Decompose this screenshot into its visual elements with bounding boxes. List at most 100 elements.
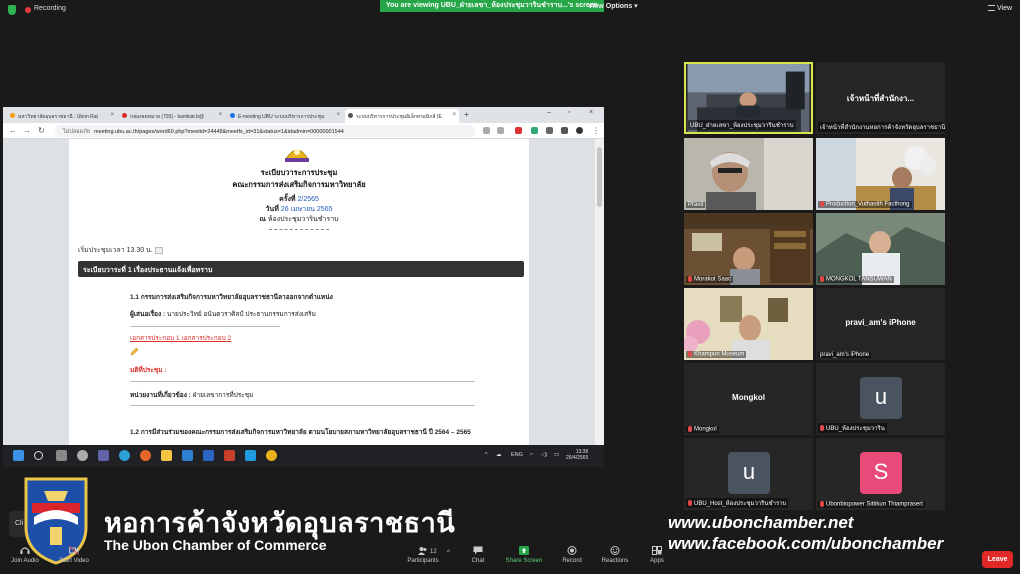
participant-name: เจ้าหน้าที่สำนักงานหอการค้าจังหวัดอุบลรา… bbox=[818, 122, 945, 132]
app-icon[interactable] bbox=[245, 450, 256, 461]
view-options-label: View Options bbox=[588, 3, 633, 10]
close-tab-icon[interactable]: × bbox=[336, 112, 340, 118]
edit-pencil-icon[interactable] bbox=[130, 347, 139, 356]
time-dropdown[interactable] bbox=[154, 246, 163, 254]
new-tab-icon[interactable]: + bbox=[464, 110, 469, 119]
chat-button[interactable]: Chat bbox=[466, 546, 490, 564]
chevron-up-icon[interactable]: ^ bbox=[447, 550, 450, 556]
attachment-links[interactable]: เอกสารประกอบ 1 เอกสารประกอบ 2 bbox=[130, 333, 231, 343]
chrome-icon[interactable] bbox=[266, 450, 277, 461]
participant-tile[interactable]: UBU_ฝ่ายเลขา_ห้องประชุมวารินชำราบ bbox=[684, 62, 813, 134]
maximize-icon[interactable]: ▫ bbox=[568, 109, 570, 116]
volume-icon[interactable]: ◁) bbox=[541, 452, 547, 458]
apps-label: Apps bbox=[650, 558, 664, 564]
file-explorer-icon[interactable] bbox=[161, 450, 172, 461]
extension-icon[interactable] bbox=[515, 127, 522, 134]
favicon-icon bbox=[230, 113, 235, 118]
participant-tile[interactable]: Production_Vuthasith Facthong bbox=[816, 138, 945, 210]
language-indicator[interactable]: ENG bbox=[511, 452, 523, 458]
share-icon[interactable] bbox=[483, 127, 490, 134]
close-window-icon[interactable]: × bbox=[589, 109, 593, 116]
taskbar-clock[interactable]: 13:38 26/4/2565 bbox=[566, 449, 588, 461]
favicon-icon bbox=[10, 113, 15, 118]
teams-icon[interactable] bbox=[98, 450, 109, 461]
tray-chevron-icon[interactable]: ^ bbox=[485, 452, 488, 458]
join-audio-button[interactable]: Join Audio bbox=[8, 546, 42, 564]
widgets-icon[interactable] bbox=[77, 450, 88, 461]
page-scrollbar[interactable] bbox=[595, 139, 604, 445]
insecure-label: ไม่ปลอดภัย bbox=[63, 129, 90, 135]
participant-tile[interactable]: Morakot Saac bbox=[684, 213, 813, 285]
agenda-section-header[interactable]: ระเบียบวาระที่ 1 เรื่องประธานแจ้งเพื่อทร… bbox=[78, 261, 524, 277]
sidebar-icon[interactable] bbox=[561, 127, 568, 134]
cloud-icon[interactable]: ☁ bbox=[496, 452, 502, 458]
mail-icon[interactable] bbox=[182, 450, 193, 461]
start-video-button[interactable]: Start Video bbox=[54, 546, 94, 564]
muted-mic-icon bbox=[688, 351, 692, 358]
view-button[interactable]: View bbox=[988, 5, 1012, 12]
participant-tile[interactable]: S Ubonbiopower Sittikun Thiamprasert bbox=[816, 438, 945, 510]
browser-tab-label: E-meeting UBU ระบบบริหารการประชุม bbox=[238, 114, 325, 120]
more-menu-icon[interactable]: ⋮ bbox=[592, 126, 600, 135]
back-icon[interactable]: ← bbox=[9, 126, 17, 135]
security-shield-icon[interactable] bbox=[8, 5, 16, 15]
firefox-icon[interactable] bbox=[140, 450, 151, 461]
close-tab-icon[interactable]: × bbox=[452, 112, 456, 118]
record-button[interactable]: Record bbox=[558, 546, 586, 564]
wifi-icon[interactable]: ⌔ bbox=[529, 452, 534, 459]
participant-name-text: Morakot Saac bbox=[694, 277, 732, 283]
browser-tab[interactable]: E-meeting UBU ระบบบริหารการประชุม × bbox=[227, 109, 343, 123]
browser-tab[interactable]: กล่องจดหมาย (793) - kamkiar.b@ × bbox=[119, 109, 225, 123]
share-screen-button[interactable]: Share Screen bbox=[503, 546, 545, 564]
record-icon bbox=[567, 546, 577, 555]
search-icon[interactable] bbox=[34, 451, 43, 460]
extension-icon[interactable] bbox=[531, 127, 538, 134]
participant-tile[interactable]: pravi_am's iPhone pravi_am's iPhone bbox=[816, 288, 945, 360]
participants-button[interactable]: Participants bbox=[402, 546, 444, 564]
reactions-button[interactable]: Reactions bbox=[598, 546, 632, 564]
leave-button[interactable]: Leave bbox=[982, 551, 1013, 568]
puzzle-icon[interactable] bbox=[546, 127, 553, 134]
windows-start-icon[interactable] bbox=[13, 450, 24, 461]
reload-icon[interactable]: ↻ bbox=[38, 126, 45, 135]
apps-button[interactable]: Apps bbox=[646, 546, 668, 564]
participant-tile[interactable]: MONGKOL TANSUWAN bbox=[816, 213, 945, 285]
battery-icon[interactable]: ▭ bbox=[554, 452, 559, 458]
scrollbar-thumb[interactable] bbox=[597, 147, 602, 207]
participants-count: 12 bbox=[430, 549, 437, 555]
browser-tab-label: กล่องจดหมาย (793) - kamkiar.b@ bbox=[130, 114, 205, 120]
participant-tile[interactable]: Mongkol Mongkol bbox=[684, 363, 813, 435]
responsible-label: หน่วยงานที่เกี่ยวข้อง : bbox=[130, 392, 191, 399]
close-tab-icon[interactable]: × bbox=[218, 112, 222, 118]
profile-avatar-icon[interactable] bbox=[576, 127, 583, 134]
video-feed bbox=[816, 213, 945, 285]
participant-display-name: เจ้าหน้าที่สำนักงา... bbox=[846, 94, 915, 103]
participant-tile[interactable]: u UBU_ห้องประชุมวาริน bbox=[816, 363, 945, 435]
proposer-label: ผู้เสนอเรื่อง : bbox=[130, 311, 166, 318]
participant-tile[interactable]: เจ้าหน้าที่สำนักงา... เจ้าหน้าที่สำนักงา… bbox=[816, 62, 945, 134]
zoom-icon[interactable] bbox=[203, 450, 214, 461]
agenda-item-1-1: 1.1 กรรมการส่งเสริมกิจการมหาวิทยาลัยอุบล… bbox=[130, 294, 333, 301]
powerpoint-icon[interactable] bbox=[224, 450, 235, 461]
gmail-icon bbox=[122, 113, 127, 118]
participant-tile[interactable]: u UBU_Host_ห้องประชุมวารินชำราบ bbox=[684, 438, 813, 510]
star-icon[interactable] bbox=[497, 127, 504, 134]
proposer-value: นายประวิทย์ อนันตวราศิลป์ ประธานกรรมการส… bbox=[166, 311, 316, 318]
task-view-icon[interactable] bbox=[56, 450, 67, 461]
participant-tile[interactable]: Khampun Museum bbox=[684, 288, 813, 360]
url-input[interactable]: ไม่ปลอดภัย meeting.ubu.ac.th/pages/word60… bbox=[55, 125, 475, 137]
place-prefix: ณ bbox=[259, 216, 266, 223]
view-options-menu[interactable]: View Options ▾ bbox=[588, 2, 638, 10]
participant-tile[interactable]: Pravit bbox=[684, 138, 813, 210]
close-tab-icon[interactable]: × bbox=[110, 112, 114, 118]
edge-icon[interactable] bbox=[119, 450, 130, 461]
browser-tab[interactable]: มหาวิทยาลัยอุบลราชธานี : Ubon Rat × bbox=[7, 109, 117, 123]
participant-display-name: Mongkol bbox=[732, 393, 765, 402]
recording-icon bbox=[25, 7, 31, 13]
join-audio-label: Join Audio bbox=[11, 558, 39, 564]
browser-tab-label: ระบบบริหารการประชุมอิเล็กทรอนิกส์ (E bbox=[356, 114, 442, 120]
minimize-icon[interactable]: – bbox=[547, 109, 551, 116]
browser-address-bar: ← → ↻ ไม่ปลอดภัย meeting.ubu.ac.th/pages/… bbox=[3, 123, 604, 139]
browser-tab-active[interactable]: ระบบบริหารการประชุมอิเล็กทรอนิกส์ (E × bbox=[345, 109, 459, 123]
forward-icon[interactable]: → bbox=[23, 126, 31, 135]
